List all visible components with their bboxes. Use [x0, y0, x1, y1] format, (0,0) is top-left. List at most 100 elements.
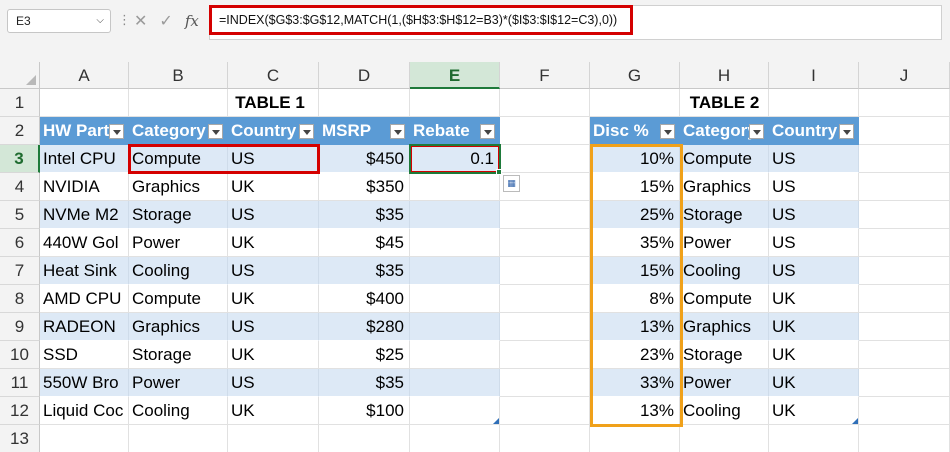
table1-header-3[interactable]: MSRP — [319, 117, 410, 145]
table1-cell[interactable]: Intel CPU — [40, 145, 129, 173]
cell[interactable] — [859, 145, 950, 173]
filter-dropdown-icon[interactable] — [749, 124, 764, 139]
table1-cell[interactable] — [410, 369, 500, 397]
row-header-2[interactable]: 2 — [0, 117, 40, 145]
table1-header-0[interactable]: HW Part — [40, 117, 129, 145]
row-header-13[interactable]: 13 — [0, 425, 40, 452]
insert-function-icon[interactable]: fx — [185, 12, 199, 30]
table1-cell[interactable]: US — [228, 369, 319, 397]
cell[interactable] — [500, 425, 590, 452]
cell[interactable] — [500, 145, 590, 173]
table2-cell[interactable]: Storage — [680, 341, 769, 369]
table1-cell[interactable]: US — [228, 201, 319, 229]
cell[interactable] — [410, 425, 500, 452]
table1-header-1[interactable]: Category — [129, 117, 228, 145]
table2-cell[interactable]: UK — [769, 285, 859, 313]
table2-cell[interactable]: Storage — [680, 201, 769, 229]
table1-cell[interactable]: Power — [129, 229, 228, 257]
table2-header-0[interactable]: Disc % — [590, 117, 680, 145]
cell[interactable] — [500, 369, 590, 397]
table2-cell[interactable]: US — [769, 257, 859, 285]
row-header-10[interactable]: 10 — [0, 341, 40, 369]
cell[interactable] — [859, 425, 950, 452]
cell[interactable] — [680, 425, 769, 452]
filter-dropdown-icon[interactable] — [839, 124, 854, 139]
table2-cell[interactable]: US — [769, 145, 859, 173]
column-header-h[interactable]: H — [680, 62, 769, 89]
table1-resize-handle[interactable] — [493, 418, 499, 424]
table1-cell[interactable]: $350 — [319, 173, 410, 201]
table2-header-1[interactable]: Category — [680, 117, 769, 145]
table2-cell[interactable]: Cooling — [680, 397, 769, 425]
table1-cell[interactable]: US — [228, 313, 319, 341]
table1-cell[interactable] — [410, 397, 500, 425]
table1-cell[interactable]: $450 — [319, 145, 410, 173]
table1-cell[interactable]: Power — [129, 369, 228, 397]
cell[interactable] — [859, 257, 950, 285]
column-header-d[interactable]: D — [319, 62, 410, 89]
column-header-g[interactable]: G — [590, 62, 680, 89]
table1-cell[interactable]: Compute — [129, 285, 228, 313]
table1-cell[interactable]: $25 — [319, 341, 410, 369]
row-header-1[interactable]: 1 — [0, 89, 40, 117]
table2-cell[interactable]: UK — [769, 397, 859, 425]
table1-cell[interactable]: $100 — [319, 397, 410, 425]
table1-cell[interactable] — [410, 173, 500, 201]
column-header-f[interactable]: F — [500, 62, 590, 89]
table2-cell[interactable]: Graphics — [680, 313, 769, 341]
table1-cell[interactable]: UK — [228, 285, 319, 313]
table1-cell[interactable]: AMD CPU — [40, 285, 129, 313]
table2-cell[interactable]: Graphics — [680, 173, 769, 201]
table2-resize-handle[interactable] — [852, 418, 858, 424]
table1-cell[interactable]: $35 — [319, 257, 410, 285]
active-cell-e3[interactable] — [409, 144, 501, 174]
filter-dropdown-icon[interactable] — [109, 124, 124, 139]
table1-cell[interactable]: UK — [228, 229, 319, 257]
cell[interactable] — [129, 425, 228, 452]
cell[interactable] — [859, 173, 950, 201]
cell[interactable] — [40, 425, 129, 452]
table1-cell[interactable] — [410, 201, 500, 229]
table1-cell[interactable]: US — [228, 257, 319, 285]
select-all-corner[interactable] — [0, 62, 40, 89]
table1-cell[interactable]: Graphics — [129, 173, 228, 201]
filter-dropdown-icon[interactable] — [660, 124, 675, 139]
table1-header-4[interactable]: Rebate — [410, 117, 500, 145]
cell[interactable] — [859, 285, 950, 313]
table1-cell[interactable]: UK — [228, 173, 319, 201]
table1-cell[interactable]: Graphics — [129, 313, 228, 341]
cell[interactable] — [500, 341, 590, 369]
table1-cell[interactable]: Storage — [129, 201, 228, 229]
table1-cell[interactable]: 550W Bro — [40, 369, 129, 397]
more-options-icon[interactable]: ⋮ — [118, 13, 131, 27]
column-header-b[interactable]: B — [129, 62, 228, 89]
column-header-e[interactable]: E — [410, 62, 500, 89]
row-header-9[interactable]: 9 — [0, 313, 40, 341]
cell[interactable] — [319, 425, 410, 452]
table1-cell[interactable]: $35 — [319, 369, 410, 397]
table1-cell[interactable] — [410, 313, 500, 341]
quick-analysis-icon[interactable]: ▦ — [503, 175, 520, 192]
table2-cell[interactable]: Cooling — [680, 257, 769, 285]
cell[interactable] — [859, 397, 950, 425]
row-header-11[interactable]: 11 — [0, 369, 40, 397]
row-header-6[interactable]: 6 — [0, 229, 40, 257]
table1-cell[interactable]: Liquid Coc — [40, 397, 129, 425]
table2-cell[interactable]: Power — [680, 229, 769, 257]
table2-cell[interactable]: US — [769, 229, 859, 257]
table2-cell[interactable]: UK — [769, 313, 859, 341]
formula-text-highlighted[interactable]: =INDEX($G$3:$G$12,MATCH(1,($H$3:$H$12=B3… — [209, 5, 633, 35]
table1-cell[interactable]: $400 — [319, 285, 410, 313]
filter-dropdown-icon[interactable] — [299, 124, 314, 139]
cell[interactable] — [500, 229, 590, 257]
table1-cell[interactable]: 440W Gol — [40, 229, 129, 257]
table1-cell[interactable] — [410, 285, 500, 313]
cell[interactable] — [500, 257, 590, 285]
cell[interactable] — [769, 425, 859, 452]
table1-cell[interactable]: NVIDIA — [40, 173, 129, 201]
filter-dropdown-icon[interactable] — [208, 124, 223, 139]
table1-cell[interactable]: $45 — [319, 229, 410, 257]
row-header-8[interactable]: 8 — [0, 285, 40, 313]
table2-cell[interactable]: Compute — [680, 145, 769, 173]
row-header-7[interactable]: 7 — [0, 257, 40, 285]
